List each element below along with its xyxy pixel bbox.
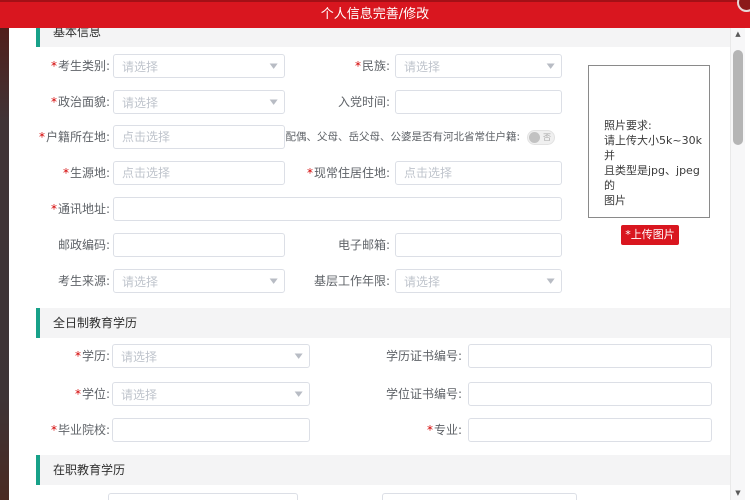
- political-status-label: *政治面貌:: [15, 90, 110, 114]
- required-asterisk: *: [51, 59, 57, 73]
- label-text: 学历证书编号:: [386, 349, 462, 363]
- mailing-address-label: *通讯地址:: [15, 197, 110, 221]
- graduate-school-label: *毕业院校:: [15, 418, 110, 442]
- label-text: 基层工作年限:: [314, 274, 390, 288]
- label-text: 民族:: [362, 59, 390, 73]
- label-text: 入党时间:: [338, 95, 390, 109]
- origin-place-label: *生源地:: [15, 161, 110, 185]
- party-join-time-label: 入党时间:: [239, 90, 390, 114]
- email-label: 电子邮箱:: [239, 233, 390, 257]
- scroll-up-icon[interactable]: ▲: [731, 28, 745, 41]
- degree-cert-no-input[interactable]: [468, 382, 712, 406]
- select-value: 请选择: [122, 94, 158, 111]
- toggle-state-label: 否: [543, 131, 551, 144]
- select-value: 请选择: [121, 348, 157, 365]
- section-title: 全日制教育学历: [53, 316, 137, 330]
- required-asterisk: *: [51, 423, 57, 437]
- required-asterisk: *: [355, 59, 361, 73]
- required-asterisk: *: [63, 166, 69, 180]
- education-label: *学历:: [15, 344, 110, 368]
- label-text: 生源地:: [70, 166, 110, 180]
- ethnicity-select[interactable]: 请选择 ▼: [395, 54, 562, 78]
- required-asterisk: *: [75, 387, 81, 401]
- select-value: 请选择: [404, 273, 440, 290]
- required-asterisk: *: [427, 423, 433, 437]
- education-select[interactable]: 请选择 ▼: [112, 344, 310, 368]
- select-value: 请选择: [122, 58, 158, 75]
- page-background-strip: [0, 28, 9, 500]
- chevron-down-icon: ▼: [546, 277, 554, 285]
- onjob-input-left-partial[interactable]: [108, 493, 298, 500]
- chevron-down-icon: ▼: [546, 62, 554, 70]
- page-title: 个人信息完善/修改: [0, 2, 750, 27]
- personal-info-form: 基本信息 *考生类别: 请选择 ▼ *民族: 请选择 ▼ *政治面貌: 请选择 …: [9, 28, 730, 500]
- hukou-toggle[interactable]: 否: [527, 130, 555, 145]
- label-text: 学历:: [82, 349, 110, 363]
- select-value: 请选择: [122, 273, 158, 290]
- label-text: 政治面貌:: [58, 95, 110, 109]
- candidate-source-label: 考生来源:: [15, 269, 110, 293]
- section-header-basic: 基本信息: [36, 28, 730, 47]
- required-asterisk: *: [51, 95, 57, 109]
- party-join-time-input[interactable]: [395, 90, 562, 114]
- graduate-school-input[interactable]: [112, 418, 310, 442]
- major-input[interactable]: [468, 418, 712, 442]
- hukou-location-label: *户籍所在地:: [15, 125, 110, 149]
- required-asterisk: *: [39, 130, 45, 144]
- candidate-type-label: *考生类别:: [15, 54, 110, 78]
- grassroots-years-label: 基层工作年限:: [239, 269, 390, 293]
- toggle-knob: [529, 132, 540, 143]
- hukou-question-label: 配偶、父母、岳父母、公婆是否有河北省常住户籍:: [280, 125, 520, 149]
- major-label: *专业:: [311, 418, 462, 442]
- label-text: 现常住居住地:: [314, 166, 390, 180]
- photo-placeholder: 照片要求: 请上传大小5k~30k并 且类型是jpg、jpeg的 图片: [588, 65, 710, 218]
- upload-photo-button[interactable]: *上传图片: [621, 225, 679, 245]
- photo-requirements-line: 图片: [604, 193, 703, 208]
- email-input[interactable]: [395, 233, 562, 257]
- current-residence-label: *现常住居住地:: [239, 161, 390, 185]
- grassroots-years-select[interactable]: 请选择 ▼: [395, 269, 562, 293]
- postal-code-label: 邮政编码:: [15, 233, 110, 257]
- section-title: 基本信息: [53, 28, 101, 39]
- label-text: 通讯地址:: [58, 202, 110, 216]
- label-text: 邮政编码:: [58, 238, 110, 252]
- label-text: 考生类别:: [58, 59, 110, 73]
- chevron-down-icon: ▼: [294, 352, 302, 360]
- select-value: 请选择: [404, 58, 440, 75]
- photo-requirements-line: 且类型是jpg、jpeg的: [604, 163, 703, 193]
- education-cert-no-label: 学历证书编号:: [311, 344, 462, 368]
- section-header-onjob-education: 在职教育学历: [36, 455, 730, 485]
- chevron-down-icon: ▼: [294, 390, 302, 398]
- scrollbar[interactable]: ▲ ▼: [730, 28, 745, 500]
- degree-cert-no-label: 学位证书编号:: [311, 382, 462, 406]
- scroll-down-icon[interactable]: ▼: [731, 487, 745, 500]
- degree-select[interactable]: 请选择 ▼: [112, 382, 310, 406]
- scrollbar-thumb[interactable]: [733, 50, 743, 145]
- required-asterisk: *: [51, 202, 57, 216]
- label-text: 学位:: [82, 387, 110, 401]
- required-asterisk: *: [75, 349, 81, 363]
- photo-requirements-line: 请上传大小5k~30k并: [604, 133, 703, 163]
- select-value: 请选择: [121, 386, 157, 403]
- label-text: 户籍所在地:: [46, 130, 110, 144]
- label-text: 毕业院校:: [58, 423, 110, 437]
- hukou-location-input[interactable]: [113, 125, 285, 149]
- onjob-input-right-partial[interactable]: [382, 493, 577, 500]
- section-title: 在职教育学历: [53, 463, 125, 477]
- education-cert-no-input[interactable]: [468, 344, 712, 368]
- label-text: 学位证书编号:: [386, 387, 462, 401]
- label-text: 考生来源:: [58, 274, 110, 288]
- label-text: 电子邮箱:: [338, 238, 390, 252]
- photo-requirements-line: 照片要求:: [604, 118, 703, 133]
- section-header-fulltime-education: 全日制教育学历: [36, 308, 730, 338]
- label-text: 专业:: [434, 423, 462, 437]
- mailing-address-input[interactable]: [113, 197, 562, 221]
- modal-header: 个人信息完善/修改: [0, 0, 750, 28]
- ethnicity-label: *民族:: [239, 54, 390, 78]
- current-residence-input[interactable]: [395, 161, 562, 185]
- label-text: 配偶、父母、岳父母、公婆是否有河北省常住户籍:: [285, 131, 520, 143]
- required-asterisk: *: [307, 166, 313, 180]
- degree-label: *学位:: [15, 382, 110, 406]
